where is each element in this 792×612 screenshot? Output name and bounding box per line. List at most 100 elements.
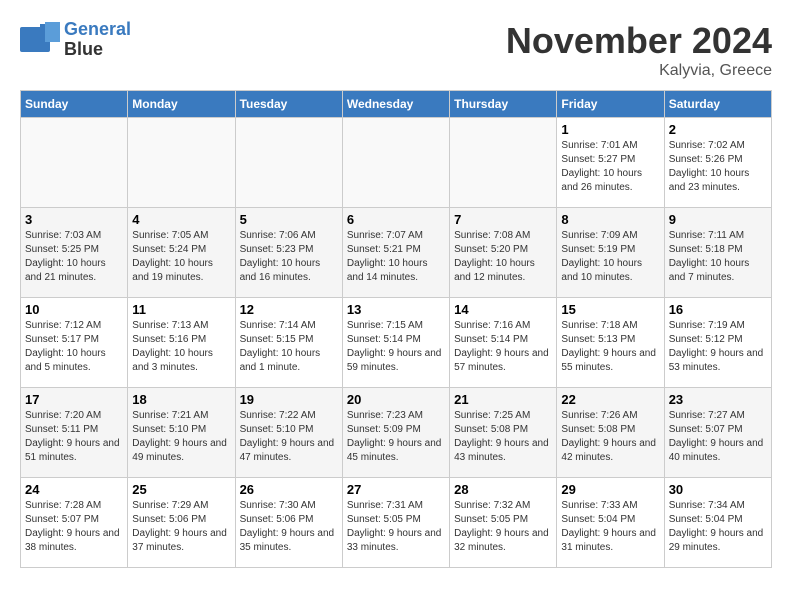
day-info: Sunrise: 7:32 AMSunset: 5:05 PMDaylight:… — [454, 499, 552, 555]
logo-text: General Blue — [64, 20, 131, 60]
month-title: November 2024 — [506, 20, 772, 62]
day-info: Sunrise: 7:14 AMSunset: 5:15 PMDaylight:… — [240, 319, 338, 375]
weekday-header: Sunday — [21, 91, 128, 118]
calendar-cell: 5 Sunrise: 7:06 AMSunset: 5:23 PMDaylight… — [235, 208, 342, 298]
logo-icon — [20, 22, 60, 57]
day-number: 7 — [454, 212, 552, 227]
calendar-cell: 2 Sunrise: 7:02 AMSunset: 5:26 PMDaylight… — [664, 118, 771, 208]
day-info: Sunrise: 7:28 AMSunset: 5:07 PMDaylight:… — [25, 499, 123, 555]
weekday-header: Friday — [557, 91, 664, 118]
day-number: 18 — [132, 392, 230, 407]
calendar-cell: 6Sunrise: 7:07 AMSunset: 5:21 PMDaylight… — [342, 208, 449, 298]
day-number: 9 — [669, 212, 767, 227]
logo-general: General — [64, 19, 131, 39]
logo: General Blue — [20, 20, 131, 60]
day-number: 2 — [669, 122, 767, 137]
calendar-cell: 10 Sunrise: 7:12 AMSunset: 5:17 PMDayligh… — [21, 298, 128, 388]
day-number: 17 — [25, 392, 123, 407]
calendar-cell: 16 Sunrise: 7:19 AMSunset: 5:12 PMDayligh… — [664, 298, 771, 388]
day-number: 23 — [669, 392, 767, 407]
day-number: 15 — [561, 302, 659, 317]
day-info: Sunrise: 7:13 AMSunset: 5:16 PMDaylight:… — [132, 319, 230, 375]
day-info: Sunrise: 7:31 AMSunset: 5:05 PMDaylight:… — [347, 499, 445, 555]
day-number: 28 — [454, 482, 552, 497]
calendar-cell: 21 Sunrise: 7:25 AMSunset: 5:08 PMDayligh… — [450, 388, 557, 478]
calendar-cell: 29 Sunrise: 7:33 AMSunset: 5:04 PMDayligh… — [557, 478, 664, 568]
calendar-cell — [450, 118, 557, 208]
title-section: November 2024 Kalyvia, Greece — [506, 20, 772, 80]
day-info: Sunrise: 7:15 AMSunset: 5:14 PMDaylight:… — [347, 319, 445, 375]
calendar-week-row: 17Sunrise: 7:20 AMSunset: 5:11 PMDayligh… — [21, 388, 772, 478]
day-number: 22 — [561, 392, 659, 407]
calendar-cell: 8Sunrise: 7:09 AMSunset: 5:19 PMDaylight… — [557, 208, 664, 298]
calendar-cell: 28 Sunrise: 7:32 AMSunset: 5:05 PMDayligh… — [450, 478, 557, 568]
calendar-cell — [128, 118, 235, 208]
day-number: 24 — [25, 482, 123, 497]
day-number: 12 — [240, 302, 338, 317]
calendar-cell — [235, 118, 342, 208]
day-info: Sunrise: 7:11 AMSunset: 5:18 PMDaylight:… — [669, 229, 767, 285]
day-info: Sunrise: 7:23 AMSunset: 5:09 PMDaylight:… — [347, 409, 445, 465]
calendar-cell: 7 Sunrise: 7:08 AMSunset: 5:20 PMDaylight… — [450, 208, 557, 298]
logo-blue: Blue — [64, 40, 131, 60]
day-number: 14 — [454, 302, 552, 317]
calendar-cell: 24 Sunrise: 7:28 AMSunset: 5:07 PMDayligh… — [21, 478, 128, 568]
calendar-cell: 15 Sunrise: 7:18 AMSunset: 5:13 PMDayligh… — [557, 298, 664, 388]
day-number: 5 — [240, 212, 338, 227]
day-number: 19 — [240, 392, 338, 407]
day-number: 10 — [25, 302, 123, 317]
page-header: General Blue November 2024 Kalyvia, Gree… — [20, 20, 772, 80]
day-info: Sunrise: 7:21 AMSunset: 5:10 PMDaylight:… — [132, 409, 230, 465]
day-info: Sunrise: 7:07 AMSunset: 5:21 PMDaylight:… — [347, 229, 445, 285]
calendar-cell: 17Sunrise: 7:20 AMSunset: 5:11 PMDayligh… — [21, 388, 128, 478]
calendar-cell: 27Sunrise: 7:31 AMSunset: 5:05 PMDayligh… — [342, 478, 449, 568]
weekday-header: Monday — [128, 91, 235, 118]
calendar-week-row: 10 Sunrise: 7:12 AMSunset: 5:17 PMDayligh… — [21, 298, 772, 388]
weekday-header: Tuesday — [235, 91, 342, 118]
day-info: Sunrise: 7:18 AMSunset: 5:13 PMDaylight:… — [561, 319, 659, 375]
day-info: Sunrise: 7:29 AMSunset: 5:06 PMDaylight:… — [132, 499, 230, 555]
calendar-cell: 9 Sunrise: 7:11 AMSunset: 5:18 PMDaylight… — [664, 208, 771, 298]
day-info: Sunrise: 7:22 AMSunset: 5:10 PMDaylight:… — [240, 409, 338, 465]
weekday-header: Thursday — [450, 91, 557, 118]
calendar-header-row: SundayMondayTuesdayWednesdayThursdayFrid… — [21, 91, 772, 118]
day-info: Sunrise: 7:16 AMSunset: 5:14 PMDaylight:… — [454, 319, 552, 375]
day-number: 26 — [240, 482, 338, 497]
weekday-header: Wednesday — [342, 91, 449, 118]
calendar-cell: 12 Sunrise: 7:14 AMSunset: 5:15 PMDayligh… — [235, 298, 342, 388]
day-info: Sunrise: 7:19 AMSunset: 5:12 PMDaylight:… — [669, 319, 767, 375]
day-info: Sunrise: 7:01 AMSunset: 5:27 PMDaylight:… — [561, 139, 659, 195]
day-info: Sunrise: 7:06 AMSunset: 5:23 PMDaylight:… — [240, 229, 338, 285]
day-number: 16 — [669, 302, 767, 317]
day-info: Sunrise: 7:05 AMSunset: 5:24 PMDaylight:… — [132, 229, 230, 285]
day-number: 25 — [132, 482, 230, 497]
calendar-cell: 1Sunrise: 7:01 AMSunset: 5:27 PMDaylight… — [557, 118, 664, 208]
day-info: Sunrise: 7:25 AMSunset: 5:08 PMDaylight:… — [454, 409, 552, 465]
calendar-cell: 23 Sunrise: 7:27 AMSunset: 5:07 PMDayligh… — [664, 388, 771, 478]
calendar-cell: 13 Sunrise: 7:15 AMSunset: 5:14 PMDayligh… — [342, 298, 449, 388]
day-number: 20 — [347, 392, 445, 407]
location: Kalyvia, Greece — [506, 62, 772, 80]
day-number: 13 — [347, 302, 445, 317]
calendar-cell: 3Sunrise: 7:03 AMSunset: 5:25 PMDaylight… — [21, 208, 128, 298]
day-info: Sunrise: 7:08 AMSunset: 5:20 PMDaylight:… — [454, 229, 552, 285]
calendar-cell: 14 Sunrise: 7:16 AMSunset: 5:14 PMDayligh… — [450, 298, 557, 388]
day-info: Sunrise: 7:33 AMSunset: 5:04 PMDaylight:… — [561, 499, 659, 555]
day-number: 4 — [132, 212, 230, 227]
calendar-cell: 26 Sunrise: 7:30 AMSunset: 5:06 PMDayligh… — [235, 478, 342, 568]
calendar-table: SundayMondayTuesdayWednesdayThursdayFrid… — [20, 90, 772, 568]
calendar-cell — [342, 118, 449, 208]
calendar-cell: 25 Sunrise: 7:29 AMSunset: 5:06 PMDayligh… — [128, 478, 235, 568]
calendar-week-row: 3Sunrise: 7:03 AMSunset: 5:25 PMDaylight… — [21, 208, 772, 298]
day-number: 3 — [25, 212, 123, 227]
day-number: 29 — [561, 482, 659, 497]
day-info: Sunrise: 7:26 AMSunset: 5:08 PMDaylight:… — [561, 409, 659, 465]
day-info: Sunrise: 7:02 AMSunset: 5:26 PMDaylight:… — [669, 139, 767, 195]
day-info: Sunrise: 7:27 AMSunset: 5:07 PMDaylight:… — [669, 409, 767, 465]
day-number: 21 — [454, 392, 552, 407]
day-info: Sunrise: 7:12 AMSunset: 5:17 PMDaylight:… — [25, 319, 123, 375]
day-info: Sunrise: 7:30 AMSunset: 5:06 PMDaylight:… — [240, 499, 338, 555]
weekday-header: Saturday — [664, 91, 771, 118]
day-number: 30 — [669, 482, 767, 497]
calendar-week-row: 1Sunrise: 7:01 AMSunset: 5:27 PMDaylight… — [21, 118, 772, 208]
